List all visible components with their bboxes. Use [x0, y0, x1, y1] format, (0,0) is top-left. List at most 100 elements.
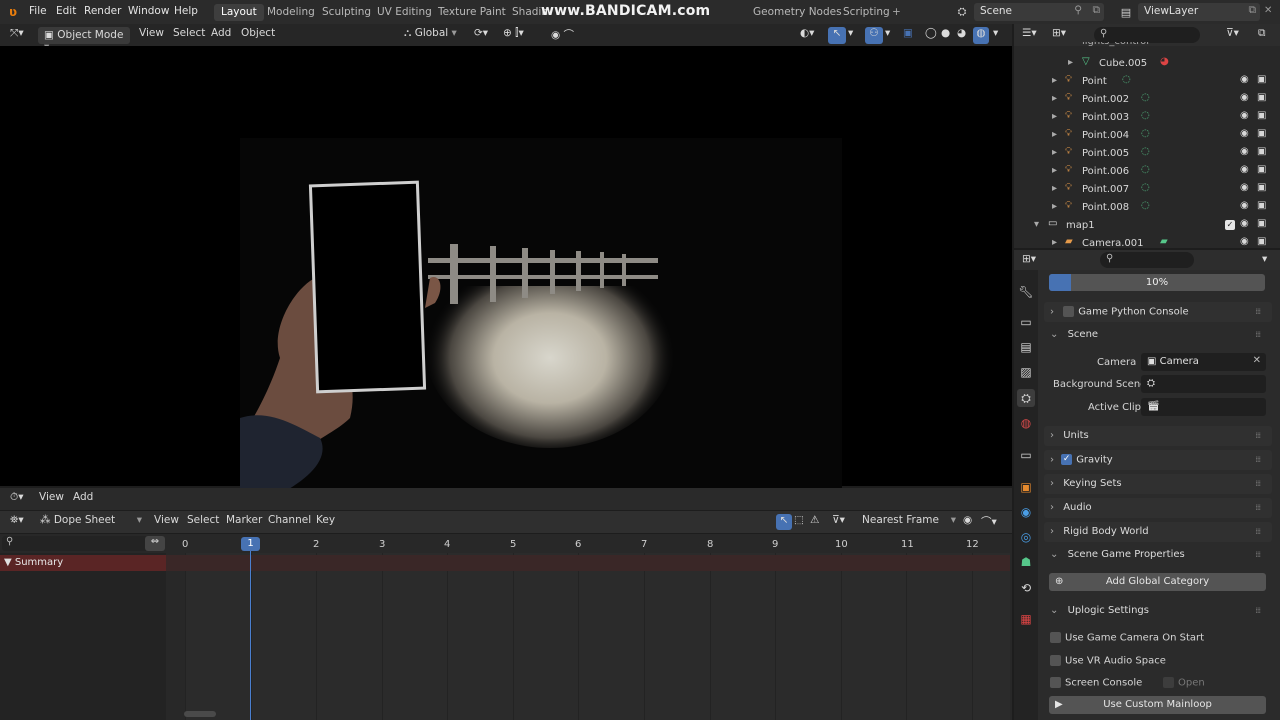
expand-arrow-icon[interactable]: ▸ [1052, 183, 1057, 194]
scene-selector[interactable]: Scene ⚲ ⧉ [974, 3, 1104, 21]
outliner-row[interactable]: ▸ 💡︎ Point.006 ◌ ◉ ▣ [1014, 163, 1280, 181]
new-view-layer-icon[interactable]: ⧉ [1249, 4, 1257, 17]
properties-options-icon[interactable]: ▾ [1262, 253, 1267, 265]
channel-search-field[interactable]: ⚲ [2, 536, 164, 551]
menu-window[interactable]: Window [128, 5, 169, 17]
blender-logo-icon[interactable]: ʋ [9, 5, 17, 19]
use-game-camera-option[interactable]: Use Game Camera On Start [1050, 632, 1204, 644]
dopesheet-menu-channel[interactable]: Channel [268, 514, 311, 526]
playhead-line[interactable] [250, 551, 251, 720]
3d-viewport[interactable] [0, 46, 1012, 494]
menu-edit[interactable]: Edit [56, 5, 76, 17]
shading-dropdown-icon[interactable]: ▾ [993, 27, 998, 39]
expand-arrow-icon[interactable]: ▸ [1052, 93, 1057, 104]
timeline-menu-view[interactable]: View [39, 491, 64, 503]
scene-icon[interactable]: ⛭ [954, 4, 970, 20]
expand-arrow-icon[interactable]: ▸ [1052, 237, 1057, 248]
outliner-row[interactable]: ▸ ▽ Cube.005 ◕ [1014, 55, 1280, 73]
expand-arrow-icon[interactable]: ▸ [1068, 57, 1073, 68]
tool-tab-icon[interactable]: 🔧︎ [1017, 283, 1035, 301]
add-global-category-button[interactable]: ⊕ Add Global Category [1049, 573, 1266, 591]
visibility-eye-icon[interactable]: ◉ [1240, 146, 1249, 157]
orientation-dropdown[interactable]: ⛬ Global ▾ [404, 27, 457, 40]
camera-field[interactable]: ▣ Camera ✕ [1141, 353, 1266, 371]
collapse-arrow-icon[interactable]: ▼ [4, 557, 15, 568]
properties-search-field[interactable]: ⚲ [1100, 252, 1194, 268]
use-custom-mainloop-button[interactable]: ▶ Use Custom Mainloop [1049, 696, 1266, 714]
xray-toggle-icon[interactable]: ▣ [903, 27, 913, 39]
visibility-eye-icon[interactable]: ◉ [1240, 128, 1249, 139]
use-game-camera-checkbox[interactable] [1050, 632, 1061, 643]
open-checkbox[interactable] [1163, 677, 1174, 688]
drag-handle-icon[interactable]: ⁞⁞⁞ [1255, 455, 1261, 464]
tab-geometry-nodes[interactable]: Geometry Nodes [746, 4, 849, 21]
drag-handle-icon[interactable]: ⁞⁞⁞ [1255, 330, 1261, 339]
expand-arrow-icon[interactable]: ▸ [1052, 111, 1057, 122]
clear-icon[interactable]: ✕ [1253, 355, 1261, 366]
open-option[interactable]: Open [1163, 677, 1205, 689]
outliner-editor-icon[interactable]: ☰▾ [1022, 27, 1037, 39]
visibility-eye-icon[interactable]: ◉ [1240, 200, 1249, 211]
uplogic-settings-panel[interactable]: ⌄ Uplogic Settings ⁞⁞⁞ [1044, 601, 1272, 621]
timeline-editor-icon[interactable]: ⏱▾ [10, 491, 23, 504]
swap-icon[interactable]: ⇔ [145, 536, 165, 551]
outliner-row[interactable]: ▸ 💡︎ Point ◌ ◉ ▣ [1014, 73, 1280, 91]
view-layer-icon[interactable]: ▤ [1118, 4, 1134, 20]
gravity-checkbox[interactable]: ✓ [1061, 454, 1073, 465]
render-camera-icon[interactable]: ▣ [1257, 182, 1266, 193]
expand-arrow-icon[interactable]: ▸ [1052, 75, 1057, 86]
pin-icon[interactable]: ⚲ [1074, 4, 1082, 16]
expand-arrow-icon[interactable]: ▸ [1052, 165, 1057, 176]
menu-view[interactable]: View [139, 27, 164, 39]
render-camera-icon[interactable]: ▣ [1257, 128, 1266, 139]
overlays-dropdown-icon[interactable]: ▾ [885, 27, 890, 39]
remove-view-layer-icon[interactable]: ✕ [1264, 5, 1272, 16]
scene-tab-icon[interactable]: ⛭ [1017, 389, 1035, 407]
use-vr-audio-option[interactable]: Use VR Audio Space [1050, 655, 1166, 667]
pivot-icon[interactable]: ⟳▾ [474, 27, 488, 39]
visibility-eye-icon[interactable]: ◉ [1240, 74, 1249, 85]
output-tab-icon[interactable]: ▤ [1017, 338, 1035, 356]
horizontal-scrollbar[interactable] [184, 711, 216, 717]
rendered-shading-icon[interactable]: ◍ [973, 27, 989, 44]
snap-mode-dropdown[interactable]: Nearest Frame ▾ [862, 514, 958, 526]
proportional-icon[interactable]: ◉ [963, 514, 972, 526]
outliner-search-field[interactable]: ⚲ [1094, 27, 1200, 43]
outliner-row[interactable]: ▸ 💡︎ Point.002 ◌ ◉ ▣ [1014, 91, 1280, 109]
summary-channel[interactable]: ▼ Summary [0, 555, 166, 571]
tab-uv-editing[interactable]: UV Editing [370, 4, 439, 21]
falloff-icon[interactable]: ⌒▾ [981, 514, 997, 529]
active-clip-field[interactable]: 🎬︎ [1141, 398, 1266, 416]
menu-help[interactable]: Help [174, 5, 198, 17]
visibility-eye-icon[interactable]: ◉ [1240, 218, 1249, 229]
outliner-row[interactable]: ▸ 💡︎ Point.003 ◌ ◉ ▣ [1014, 109, 1280, 127]
render-camera-icon[interactable]: ▣ [1257, 92, 1266, 103]
outliner-filter-icon[interactable]: ⊽▾ [1226, 27, 1239, 39]
display-mode-icon[interactable]: ⊞▾ [1052, 27, 1066, 39]
overlays-toggle-icon[interactable]: ⚇ [865, 27, 883, 44]
rigid-body-world-panel[interactable]: › Rigid Body World ⁞⁞⁞ [1044, 522, 1272, 542]
game-python-console-checkbox[interactable] [1063, 306, 1075, 317]
wireframe-shading-icon[interactable]: ◯ [925, 27, 937, 39]
properties-editor-icon[interactable]: ⊞▾ [1022, 253, 1036, 265]
background-scene-field[interactable]: ⛭ [1141, 375, 1266, 393]
modifiers-tab-icon[interactable]: ◉ [1017, 503, 1035, 521]
render-camera-icon[interactable]: ▣ [1257, 200, 1266, 211]
world-tab-icon[interactable]: ◍ [1017, 414, 1035, 432]
tab-modeling[interactable]: Modeling [260, 4, 322, 21]
render-tab-icon[interactable]: ▭ [1017, 313, 1035, 331]
audio-panel[interactable]: › Audio ⁞⁞⁞ [1044, 498, 1272, 518]
outliner-row[interactable]: ▸ ▰ Camera.001 ▰ ◉ ▣ [1014, 235, 1280, 248]
menu-render[interactable]: Render [84, 5, 121, 17]
scene-game-properties-panel[interactable]: ⌄ Scene Game Properties ⁞⁞⁞ [1044, 545, 1272, 565]
view-layer-tab-icon[interactable]: ▨ [1017, 363, 1035, 381]
visibility-eye-icon[interactable]: ◉ [1240, 92, 1249, 103]
drag-handle-icon[interactable]: ⁞⁞⁞ [1255, 527, 1261, 536]
new-scene-icon[interactable]: ⧉ [1093, 4, 1101, 17]
outliner-row[interactable]: ▸ 💡︎ Point.004 ◌ ◉ ▣ [1014, 127, 1280, 145]
visibility-icon[interactable]: ◐▾ [800, 27, 814, 39]
outliner-row[interactable]: lights_control [1014, 42, 1280, 50]
material-shading-icon[interactable]: ◕ [957, 27, 966, 39]
units-panel[interactable]: › Units ⁞⁞⁞ [1044, 426, 1272, 446]
mode-dropdown[interactable]: ▣ Object Mode ▾ [38, 27, 130, 53]
